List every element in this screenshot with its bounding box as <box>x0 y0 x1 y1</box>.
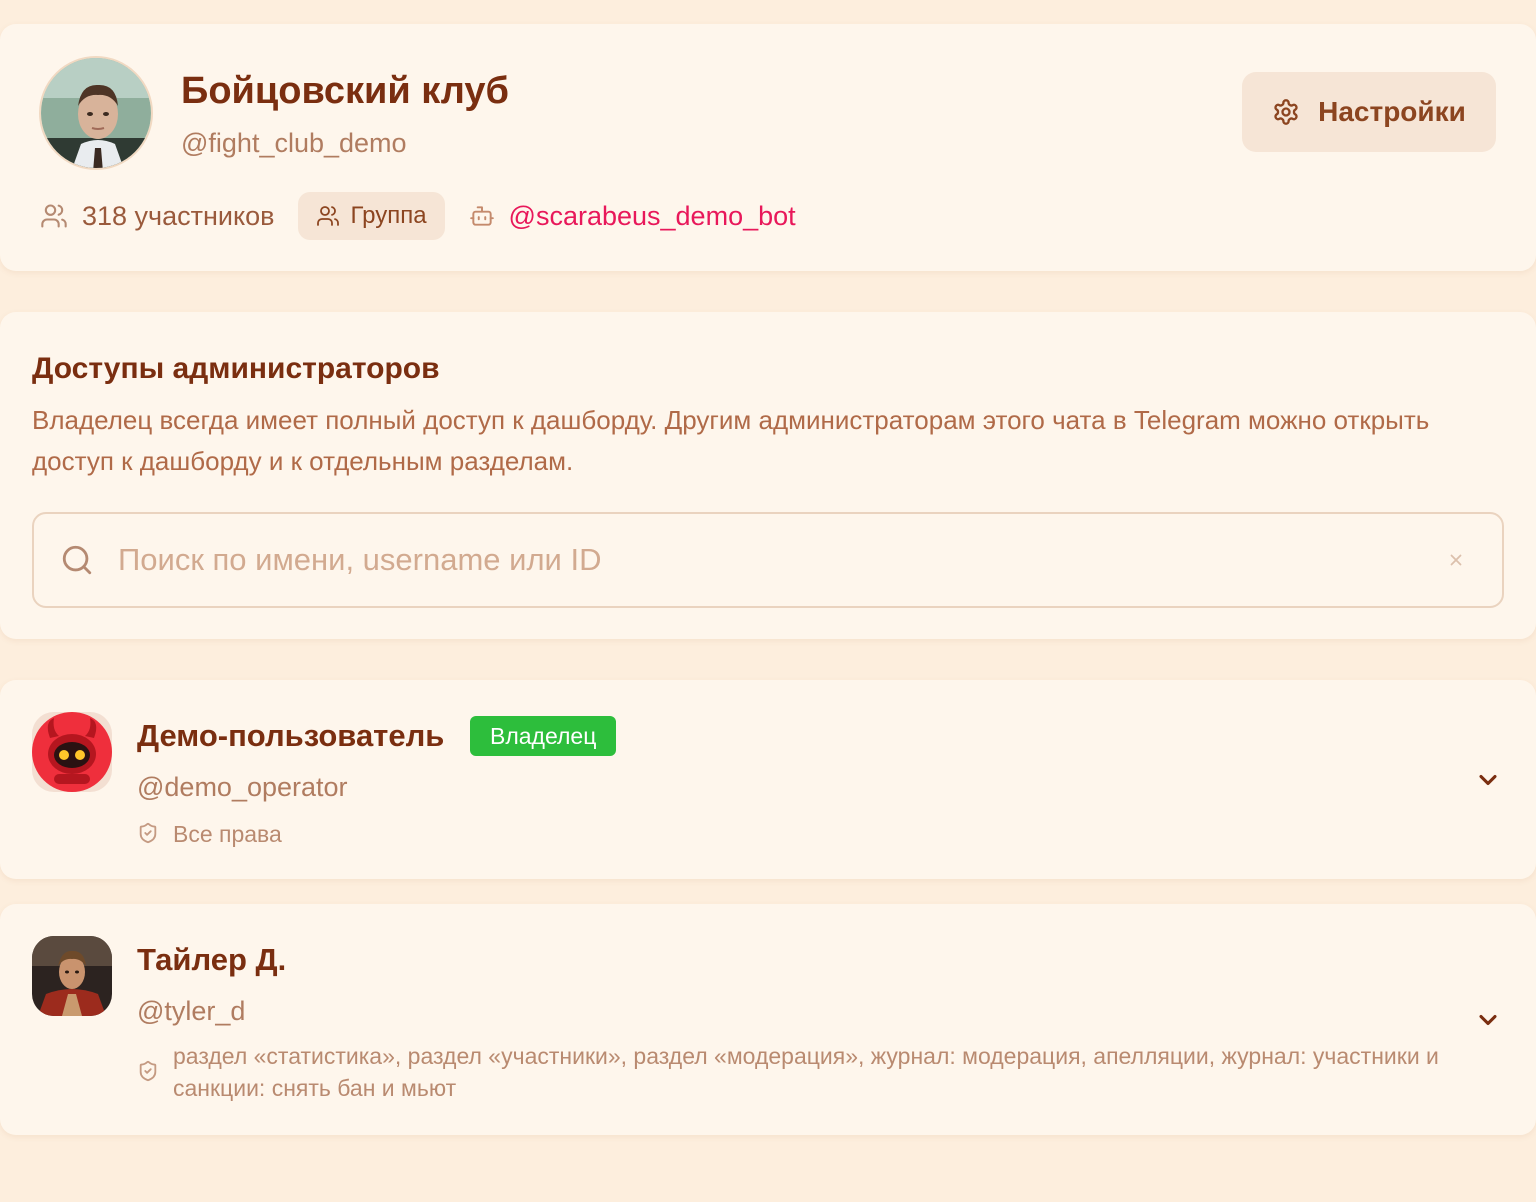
users-icon <box>317 206 340 226</box>
admin-handle: @demo_operator <box>137 772 348 802</box>
admin-avatar <box>32 712 112 792</box>
settings-label: Настройки <box>1318 96 1466 127</box>
group-avatar <box>39 56 153 170</box>
owner-badge: Владелец <box>470 716 617 756</box>
group-handle: @fight_club_demo <box>181 128 407 158</box>
admin-permissions: раздел «статистика», раздел «участники»,… <box>137 1040 1463 1104</box>
search-field[interactable] <box>32 512 1504 608</box>
admin-avatar <box>32 936 112 1016</box>
admin-access-card: Доступы администраторов Владелец всегда … <box>0 312 1536 639</box>
members-count: 318 участников <box>40 201 274 232</box>
users-icon <box>41 204 67 228</box>
profile-photo-icon <box>41 58 151 168</box>
admin-permissions: Все права <box>137 818 1463 850</box>
close-icon <box>1450 554 1462 566</box>
chat-type-label: Группа <box>350 202 427 229</box>
section-title: Доступы администраторов <box>32 352 440 385</box>
bot-icon <box>469 206 494 226</box>
clear-search-button[interactable] <box>1436 540 1476 580</box>
admin-name: Демо-пользователь <box>137 718 445 753</box>
expand-button[interactable] <box>1468 1000 1508 1040</box>
settings-button[interactable]: Настройки <box>1242 72 1496 152</box>
bot-handle[interactable]: @scarabeus_demo_bot <box>509 201 796 232</box>
group-title: Бойцовский клуб <box>181 70 510 112</box>
chat-type-badge: Группа <box>298 192 445 240</box>
group-header-card: Бойцовский клуб @fight_club_demo Настрой… <box>0 24 1536 271</box>
admin-handle: @tyler_d <box>137 996 246 1026</box>
gear-icon <box>1274 99 1298 125</box>
members-count-label: 318 участников <box>82 200 275 231</box>
permissions-text: Все права <box>173 821 282 847</box>
admin-card[interactable]: Демо-пользователь Владелец @demo_operato… <box>0 680 1536 879</box>
section-description: Владелец всегда имеет полный доступ к да… <box>32 405 1430 476</box>
chevron-down-icon <box>1479 774 1497 786</box>
permissions-text: раздел «статистика», раздел «участники»,… <box>173 1043 1439 1101</box>
search-input[interactable] <box>118 542 1436 578</box>
profile-photo-icon <box>32 936 112 1016</box>
bot-link[interactable]: @scarabeus_demo_bot <box>469 201 796 232</box>
search-icon <box>62 545 92 575</box>
shield-check-icon <box>139 1060 157 1082</box>
admin-card[interactable]: Тайлер Д. @tyler_d раздел «статистика», … <box>0 904 1536 1135</box>
group-meta-row: 318 участников Группа @scarabeus_demo_bo… <box>40 192 796 240</box>
expand-button[interactable] <box>1468 760 1508 800</box>
admin-name: Тайлер Д. <box>137 942 287 977</box>
shield-check-icon <box>139 822 157 844</box>
chevron-down-icon <box>1479 1014 1497 1026</box>
robot-avatar-icon <box>32 712 112 792</box>
